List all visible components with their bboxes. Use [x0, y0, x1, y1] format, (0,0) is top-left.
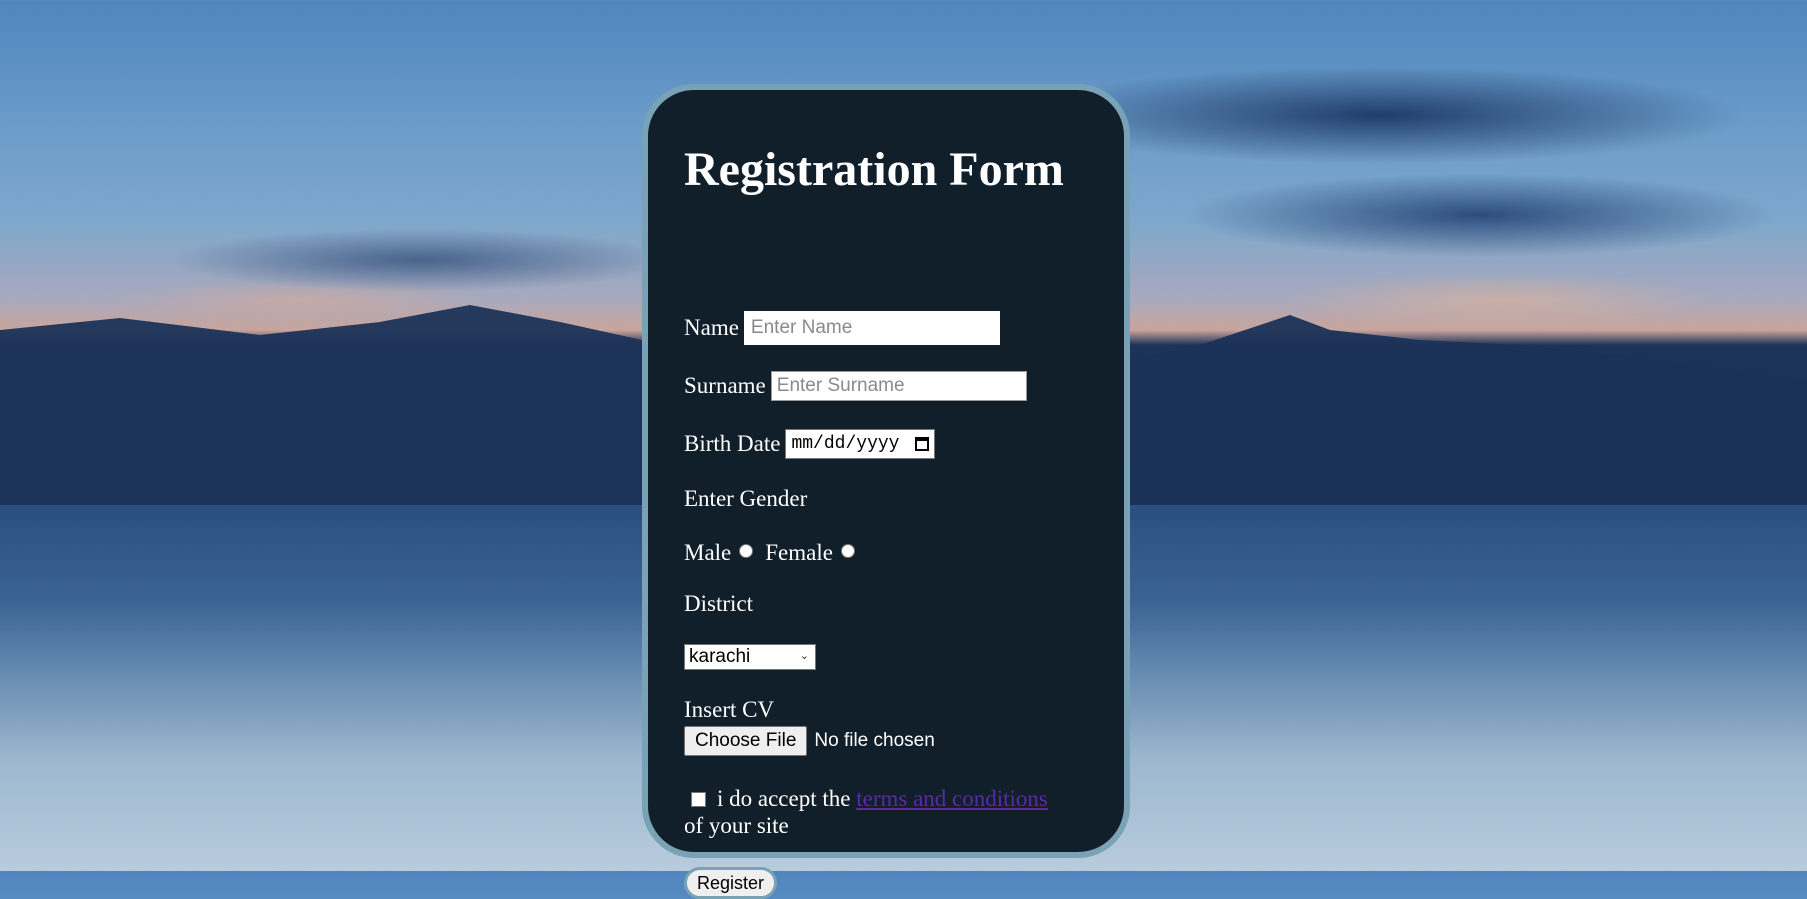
name-input[interactable] — [743, 311, 1000, 345]
terms-suffix: of your site — [684, 813, 789, 838]
district-label: District — [684, 591, 753, 616]
register-button[interactable]: Register — [684, 867, 778, 899]
birth-date-row: Birth Date mm/dd/yyyy — [684, 429, 936, 459]
district-select-row: karachi ⌄ — [684, 644, 816, 670]
terms-link[interactable]: terms and conditions — [856, 786, 1048, 812]
birth-date-input[interactable]: mm/dd/yyyy — [785, 429, 936, 459]
district-heading-row: District — [684, 591, 753, 617]
male-radio[interactable] — [739, 544, 754, 558]
district-select[interactable]: karachi ⌄ — [684, 644, 816, 670]
surname-label: Surname — [684, 373, 766, 398]
female-radio[interactable] — [840, 544, 855, 558]
district-selected-value: karachi — [689, 646, 751, 667]
name-label: Name — [684, 315, 739, 340]
calendar-icon[interactable] — [915, 437, 930, 451]
gender-label: Enter Gender — [684, 486, 808, 511]
terms-suffix-row: of your site — [684, 813, 789, 839]
surname-input[interactable] — [770, 371, 1027, 401]
birth-date-label: Birth Date — [684, 431, 781, 456]
registration-card: Registration Form Name Surname Birth Dat… — [642, 84, 1130, 899]
cv-label: Insert CV — [684, 697, 775, 722]
file-status-text: No file chosen — [814, 730, 935, 751]
page-title: Registration Form — [684, 143, 1064, 196]
file-input-row: Choose File No file chosen — [684, 726, 935, 756]
gender-heading-row: Enter Gender — [684, 486, 807, 512]
surname-row: Surname — [684, 371, 1027, 401]
male-label: Male — [684, 540, 732, 565]
terms-prefix: i do accept the — [717, 786, 851, 811]
name-row: Name — [684, 311, 1000, 345]
terms-row: i do accept the terms and conditions — [684, 786, 1084, 812]
chevron-down-icon: ⌄ — [799, 650, 809, 662]
terms-checkbox[interactable] — [691, 791, 706, 807]
birth-date-placeholder: mm/dd/yyyy — [791, 434, 900, 454]
gender-options-row: Male Female — [684, 540, 867, 566]
female-label: Female — [765, 540, 833, 565]
choose-file-button[interactable]: Choose File — [684, 726, 808, 756]
cv-heading-row: Insert CV — [684, 697, 774, 723]
register-row: Register — [684, 867, 778, 899]
